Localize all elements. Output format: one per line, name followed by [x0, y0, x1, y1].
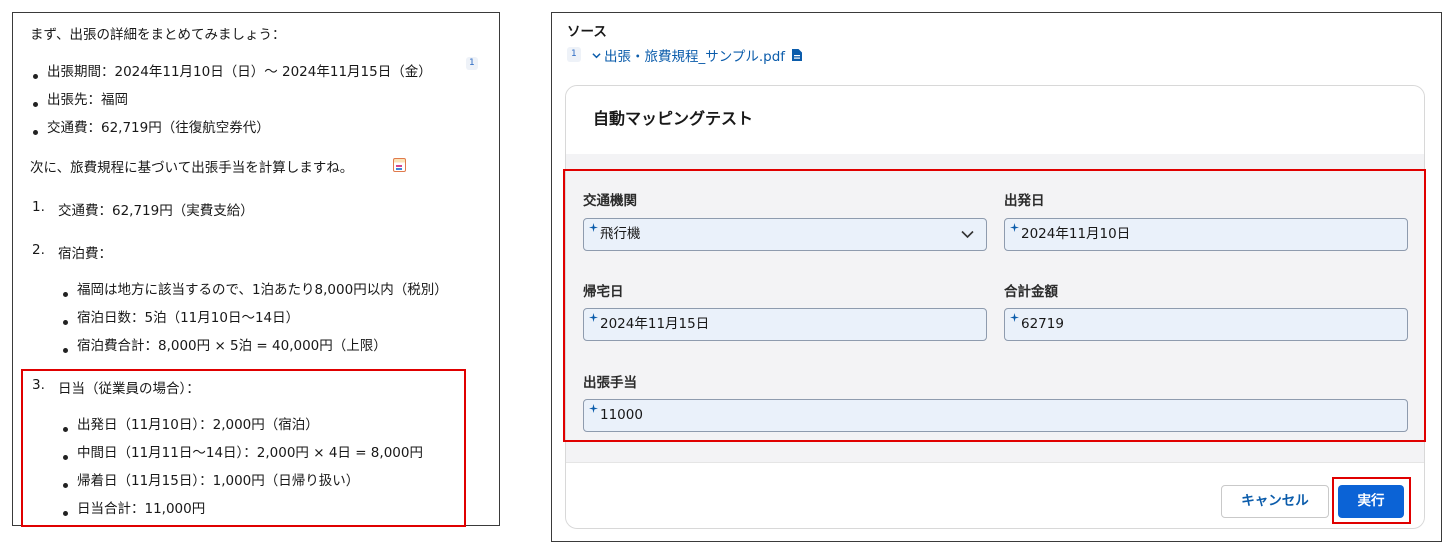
- bullet-dot: [63, 292, 68, 297]
- allowance-input[interactable]: 11000: [583, 399, 1408, 432]
- run-button[interactable]: 実行: [1338, 485, 1404, 518]
- chevron-down-icon: [961, 230, 974, 239]
- total-amount-input[interactable]: 62719: [1004, 308, 1408, 341]
- chevron-down-icon: [592, 52, 601, 58]
- form-title: 自動マッピングテスト: [593, 109, 754, 128]
- step-number: 1.: [32, 199, 45, 215]
- step-text: 日当（従業員の場合）：: [58, 381, 200, 397]
- ai-sparkle-icon: [589, 313, 598, 322]
- source-number-badge: 1: [567, 47, 581, 62]
- ai-sparkle-icon: [1010, 223, 1019, 232]
- bullet-dot: [63, 427, 68, 432]
- citation-badge[interactable]: 1: [466, 57, 478, 70]
- bullet-dot: [33, 102, 38, 107]
- allowance-value: 11000: [600, 407, 643, 423]
- summary-item: 交通費：62,719円（往復航空券代）: [47, 120, 270, 136]
- chat-intro: まず、出張の詳細をまとめてみましょう：: [30, 27, 286, 43]
- sub-item: 中間日（11月11日〜14日）：2,000円 × 4日 = 8,000円: [77, 445, 423, 461]
- departure-label: 出発日: [1004, 193, 1045, 209]
- calculator-emoji-icon: [393, 158, 406, 172]
- step-text: 宿泊費：: [58, 246, 112, 262]
- bullet-dot: [63, 320, 68, 325]
- sub-item: 宿泊費合計：8,000円 × 5泊 = 40,000円（上限）: [77, 338, 387, 354]
- form-panel: ソース 1 出張・旅費規程_サンプル.pdf 自動マッピングテスト 交通機関 飛…: [551, 12, 1442, 542]
- sub-item: 出発日（11月10日）：2,000円（宿泊）: [77, 417, 319, 433]
- bullet-dot: [63, 348, 68, 353]
- sub-item: 宿泊日数：5泊（11月10日〜14日）: [77, 310, 300, 326]
- ai-sparkle-icon: [589, 223, 598, 232]
- sub-item: 帰着日（11月15日）：1,000円（日帰り扱い）: [77, 473, 360, 489]
- return-value: 2024年11月15日: [600, 316, 710, 332]
- chat-response-panel: まず、出張の詳細をまとめてみましょう： 出張期間：2024年11月10日（日）〜…: [12, 12, 500, 526]
- source-heading: ソース: [567, 24, 607, 40]
- source-file-name: 出張・旅費規程_サンプル.pdf: [604, 49, 786, 65]
- bullet-dot: [63, 511, 68, 516]
- step-number: 2.: [32, 242, 45, 258]
- bullet-dot: [33, 74, 38, 79]
- sub-item: 福岡は地方に該当するので、1泊あたり8,000円以内（税別）: [77, 282, 448, 298]
- transport-value: 飛行機: [600, 226, 641, 242]
- auto-mapping-form-card: 自動マッピングテスト 交通機関 飛行機 出発日 2024年11月10日 帰宅日: [565, 85, 1425, 529]
- summary-item: 出張先：福岡: [47, 92, 128, 108]
- departure-value: 2024年11月10日: [1021, 226, 1131, 242]
- chat-next-line: 次に、旅費規程に基づいて出張手当を計算しますね。: [30, 160, 354, 176]
- bullet-dot: [33, 130, 38, 135]
- step-number: 3.: [32, 377, 45, 393]
- document-icon: [792, 49, 803, 61]
- ai-sparkle-icon: [1010, 313, 1019, 322]
- card-header: 自動マッピングテスト: [566, 86, 1424, 154]
- cancel-button[interactable]: キャンセル: [1221, 485, 1329, 518]
- departure-date-input[interactable]: 2024年11月10日: [1004, 218, 1408, 251]
- ai-sparkle-icon: [589, 404, 598, 413]
- total-value: 62719: [1021, 316, 1064, 332]
- transport-label: 交通機関: [583, 193, 637, 209]
- bullet-dot: [63, 455, 68, 460]
- bullet-dot: [63, 483, 68, 488]
- summary-item: 出張期間：2024年11月10日（日）〜 2024年11月15日（金）: [47, 64, 432, 80]
- transport-select[interactable]: 飛行機: [583, 218, 987, 251]
- total-label: 合計金額: [1004, 284, 1058, 300]
- allowance-label: 出張手当: [583, 375, 637, 391]
- sub-item: 日当合計：11,000円: [77, 501, 206, 517]
- return-date-input[interactable]: 2024年11月15日: [583, 308, 987, 341]
- return-label: 帰宅日: [583, 284, 624, 300]
- step-text: 交通費：62,719円（実費支給）: [58, 203, 254, 219]
- source-file-link[interactable]: 出張・旅費規程_サンプル.pdf: [592, 45, 803, 65]
